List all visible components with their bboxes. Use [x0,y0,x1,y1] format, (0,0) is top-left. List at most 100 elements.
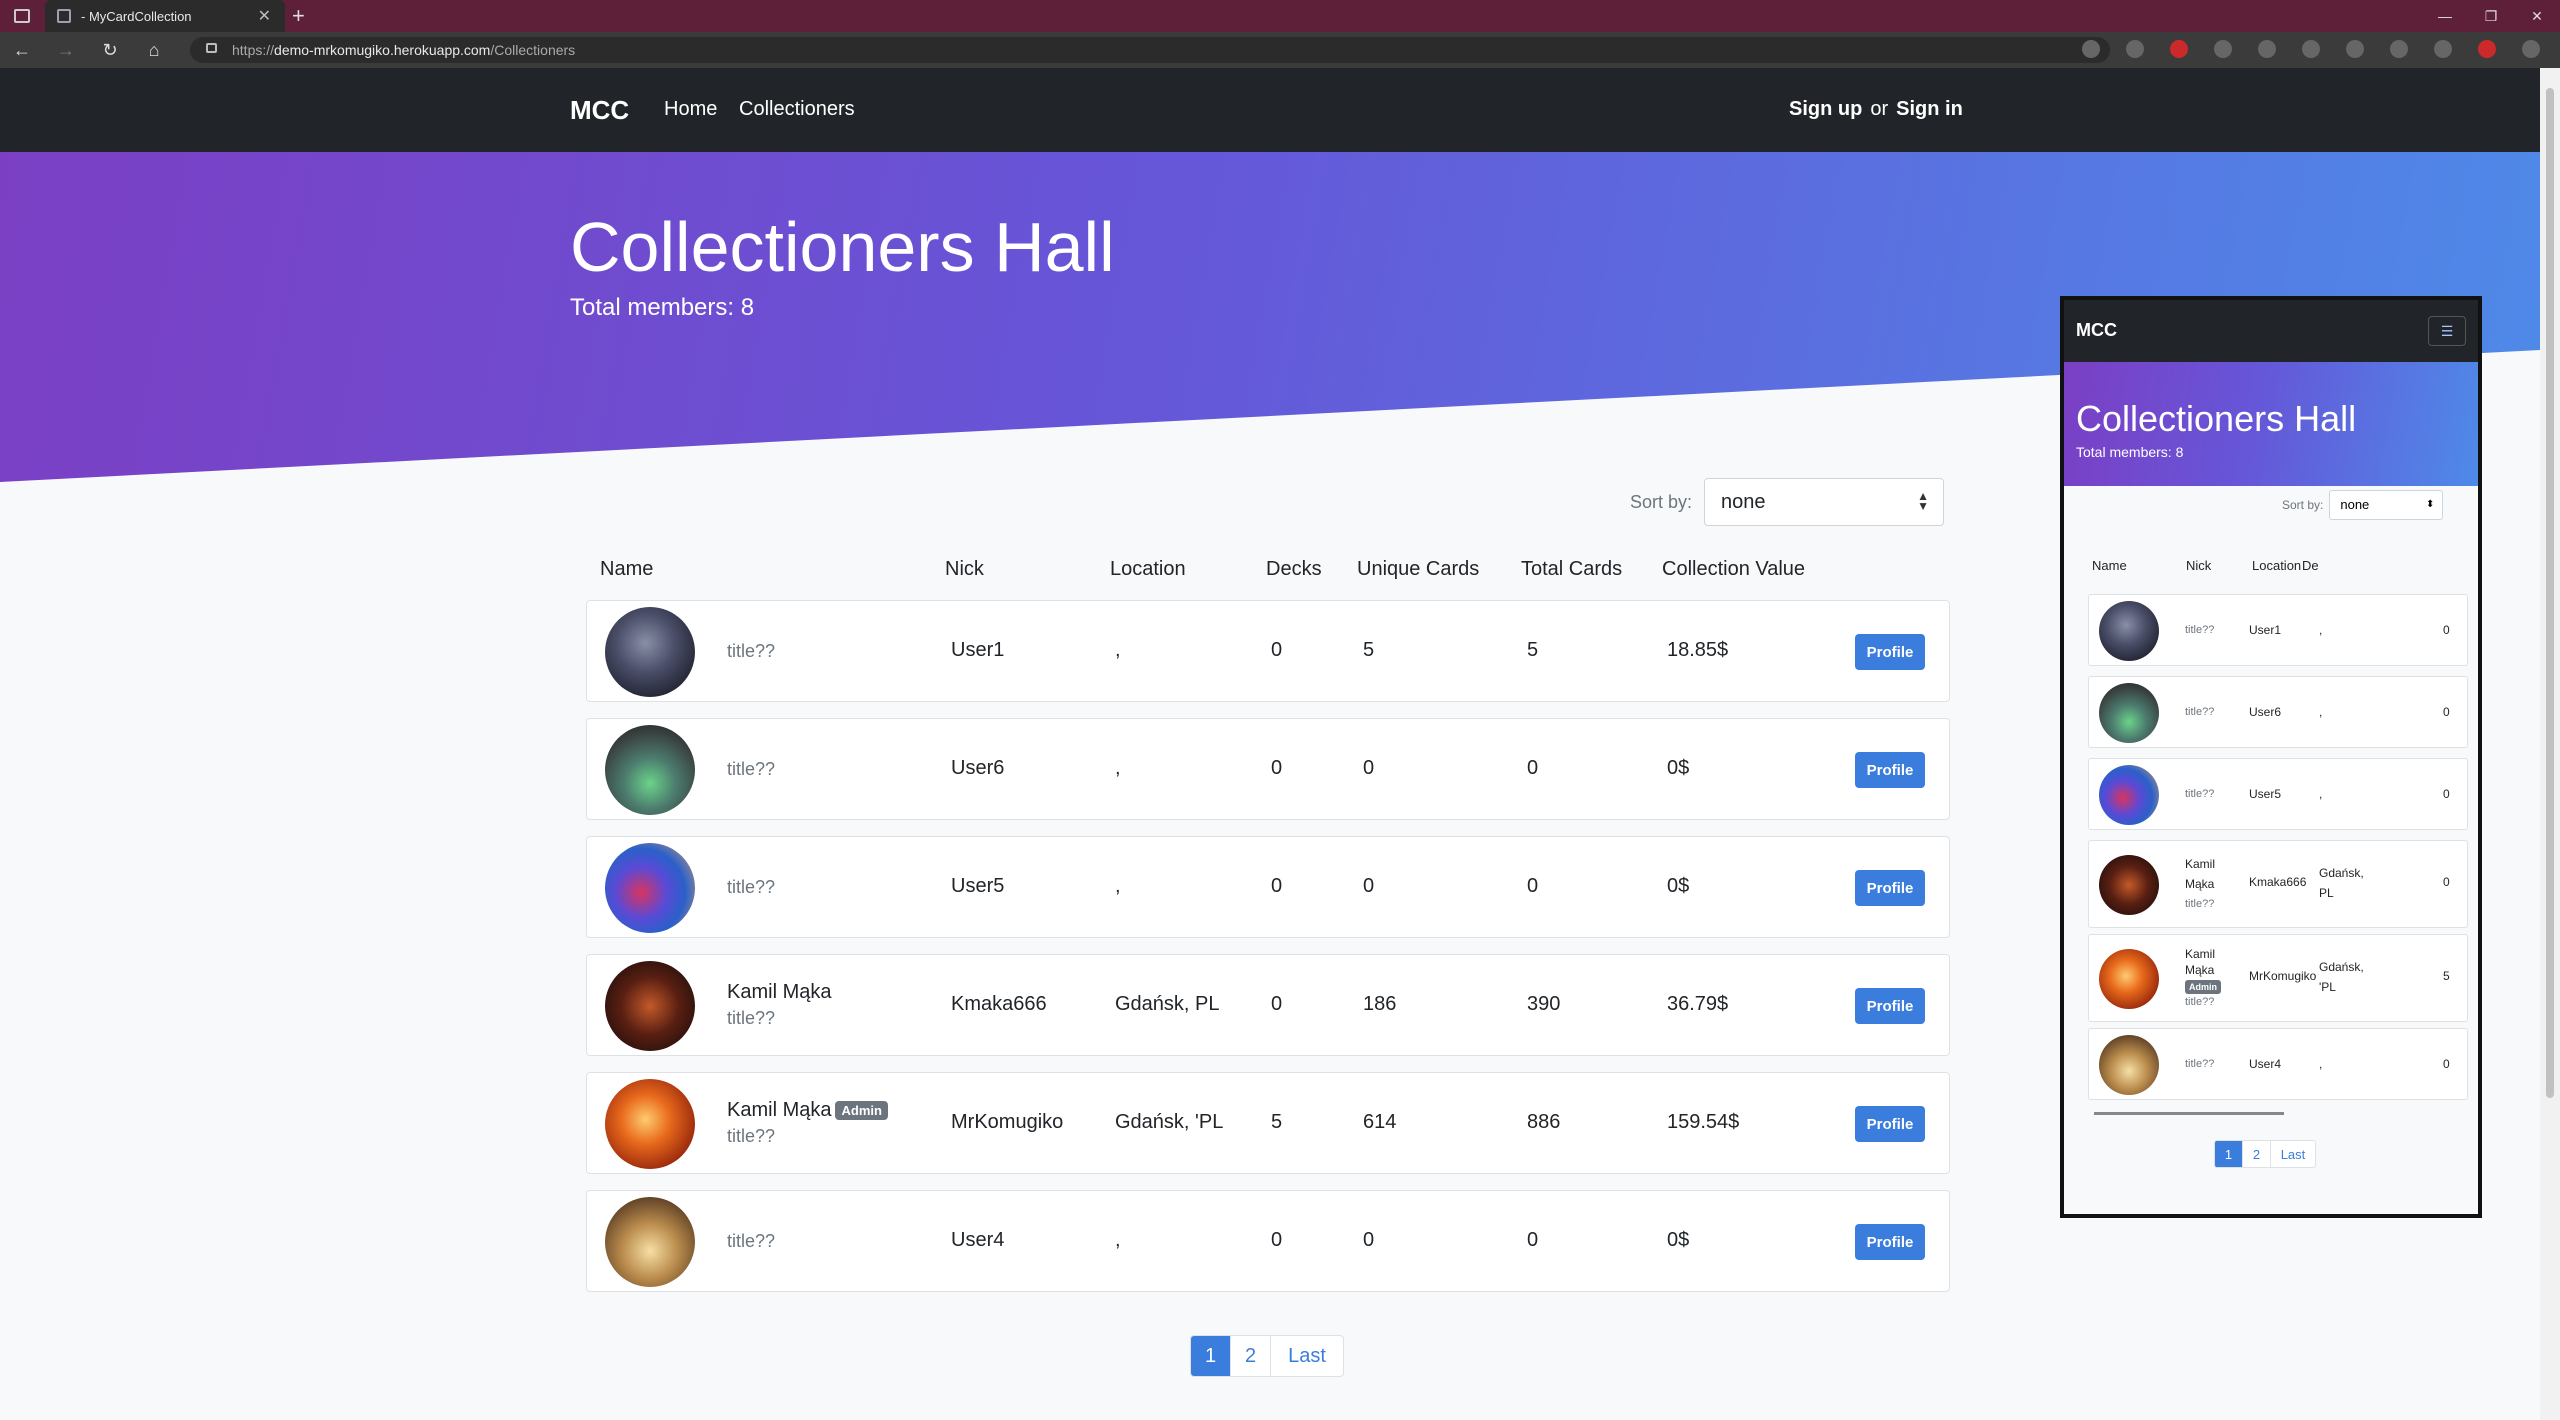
close-tab-icon[interactable]: ✕ [258,6,271,26]
mobile-table-scrollbar[interactable] [2094,1112,2284,1115]
m-page-1[interactable]: 1 [2215,1141,2243,1167]
new-tab-icon[interactable]: + [292,3,305,29]
page-2[interactable]: 2 [1231,1336,1271,1376]
minimize-icon[interactable]: — [2422,0,2468,32]
nick-cell: Kmaka666 [951,993,1047,1015]
profile-button[interactable]: Profile [1855,1224,1925,1260]
nav-collectioners[interactable]: Collectioners [739,98,855,121]
nick-cell: User5 [951,875,1005,897]
collection-value-cell: 0$ [1667,757,1690,779]
user-name: Kamil Mąka [727,981,832,1003]
nick-cell: User6 [951,757,1005,779]
url-host: demo-mrkomugiko.herokuapp.com [274,42,491,58]
avatar [605,725,695,815]
add-favorite-icon[interactable] [2126,40,2144,58]
mobile-sort: Sort by: none ⬍ [2282,490,2444,520]
total-cards-cell: 5 [1527,639,1539,661]
m-location-city: Gdańsk, [2319,960,2364,974]
nick-cell: User4 [951,1229,1005,1251]
m-header-name: Name [2092,558,2127,573]
m-nick: Kmaka666 [2249,875,2307,889]
header-name: Name [600,558,654,580]
name-cell: title?? [727,1191,775,1291]
favorites-icon[interactable] [2390,40,2408,58]
adblock-icon[interactable] [2170,40,2188,58]
name-cell: title?? [727,837,775,937]
user-title: title?? [727,1126,776,1146]
home-icon[interactable]: ⌂ [132,40,176,61]
m-page-last[interactable]: Last [2271,1141,2315,1167]
hamburger-icon[interactable]: ☰ [2428,316,2466,346]
avatar [2099,765,2159,825]
extensions [2082,40,2540,58]
more-icon[interactable] [2522,40,2540,58]
collections-icon[interactable] [2434,40,2452,58]
sort-select[interactable]: none ▲ ▼ [1704,478,1945,526]
profile-button[interactable]: Profile [1855,988,1925,1024]
total-cards-cell: 0 [1527,875,1539,897]
sort-label: Sort by: [1630,491,1693,512]
browser-tab[interactable]: - MyCardCollection ✕ [45,0,285,32]
page-1[interactable]: 1 [1191,1336,1231,1376]
table-row: title?? User6 , 0 0 0 0$ Profile [586,718,1950,820]
m-page-2[interactable]: 2 [2243,1141,2271,1167]
read-aloud-icon[interactable] [2082,40,2100,58]
avatar [2099,949,2159,1009]
scrollbar-thumb[interactable] [2546,88,2554,1098]
avatar [2099,1035,2159,1095]
decks-cell: 0 [1271,639,1283,661]
total-cards-cell: 390 [1527,993,1561,1015]
browser-tab-bar: - MyCardCollection ✕ + — ❐ ✕ [0,0,2560,32]
profile-button[interactable]: Profile [1855,752,1925,788]
name-cell: Kamil Mąka Admin title?? [727,1073,888,1173]
close-window-icon[interactable]: ✕ [2514,0,2560,32]
m-location-country: 'PL [2319,980,2336,994]
profile-button[interactable]: Profile [1855,1106,1925,1142]
table-header: Name Nick Location Decks Unique Cards To… [586,558,1950,588]
decks-cell: 0 [1271,757,1283,779]
address-bar[interactable]: https://demo-mrkomugiko.herokuapp.com/Co… [190,37,2110,63]
mobile-preview: MCC ☰ Collectioners Hall Total members: … [2060,296,2482,1218]
m-name-cell: Kamil Mąka Admin title?? [2185,935,2221,1021]
location-cell: Gdańsk, PL [1115,993,1220,1015]
profile-button[interactable]: Profile [1855,870,1925,906]
mobile-sort-select[interactable]: none ⬍ [2329,490,2444,520]
back-icon[interactable]: ← [0,40,44,61]
user-name: Kamil Mąka [727,1099,832,1121]
name-cell: title?? [727,601,775,701]
avatar [605,1197,695,1287]
site-navbar: MCC Home Collectioners Sign up or Sign in [0,68,2540,152]
extension-icon[interactable] [2214,40,2232,58]
sign-up-link[interactable]: Sign up [1789,98,1862,120]
extension-icon[interactable] [2302,40,2320,58]
brand-logo[interactable]: MCC [570,95,629,126]
avatar [605,843,695,933]
tab-actions-icon[interactable] [14,9,30,23]
forward-icon[interactable]: → [44,40,88,61]
restore-icon[interactable]: ❐ [2468,0,2514,32]
m-name-last: Mąka [2185,877,2215,891]
name-cell: title?? [727,719,775,819]
mobile-hero: Collectioners Hall Total members: 8 [2064,362,2478,486]
profile-button[interactable]: Profile [1855,634,1925,670]
table-row: Kamil Mąka Admin title?? MrKomugiko Gdańs… [586,1072,1950,1174]
sign-in-link[interactable]: Sign in [1896,98,1963,120]
admin-badge: Admin [2185,980,2221,994]
nav-home[interactable]: Home [664,98,717,121]
unique-cards-cell: 186 [1363,993,1397,1015]
refresh-icon[interactable]: ↻ [88,40,132,61]
unique-cards-cell: 5 [1363,639,1375,661]
profile-icon[interactable] [2478,40,2496,58]
page-last[interactable]: Last [1271,1336,1343,1376]
mobile-brand[interactable]: MCC [2076,320,2117,341]
table-row: title?? User1 , 0 5 5 18.85$ Profile [586,600,1950,702]
page-scrollbar[interactable] [2540,68,2560,1420]
location-cell: , [1115,757,1121,779]
extensions-icon[interactable] [2346,40,2364,58]
mobile-navbar: MCC ☰ [2064,300,2478,362]
extension-icon[interactable] [2258,40,2276,58]
m-location-city: Gdańsk, [2319,866,2364,880]
decks-cell: 0 [1271,1229,1283,1251]
pagination: 1 2 Last [1190,1335,1344,1377]
location-cell: , [1115,639,1121,661]
